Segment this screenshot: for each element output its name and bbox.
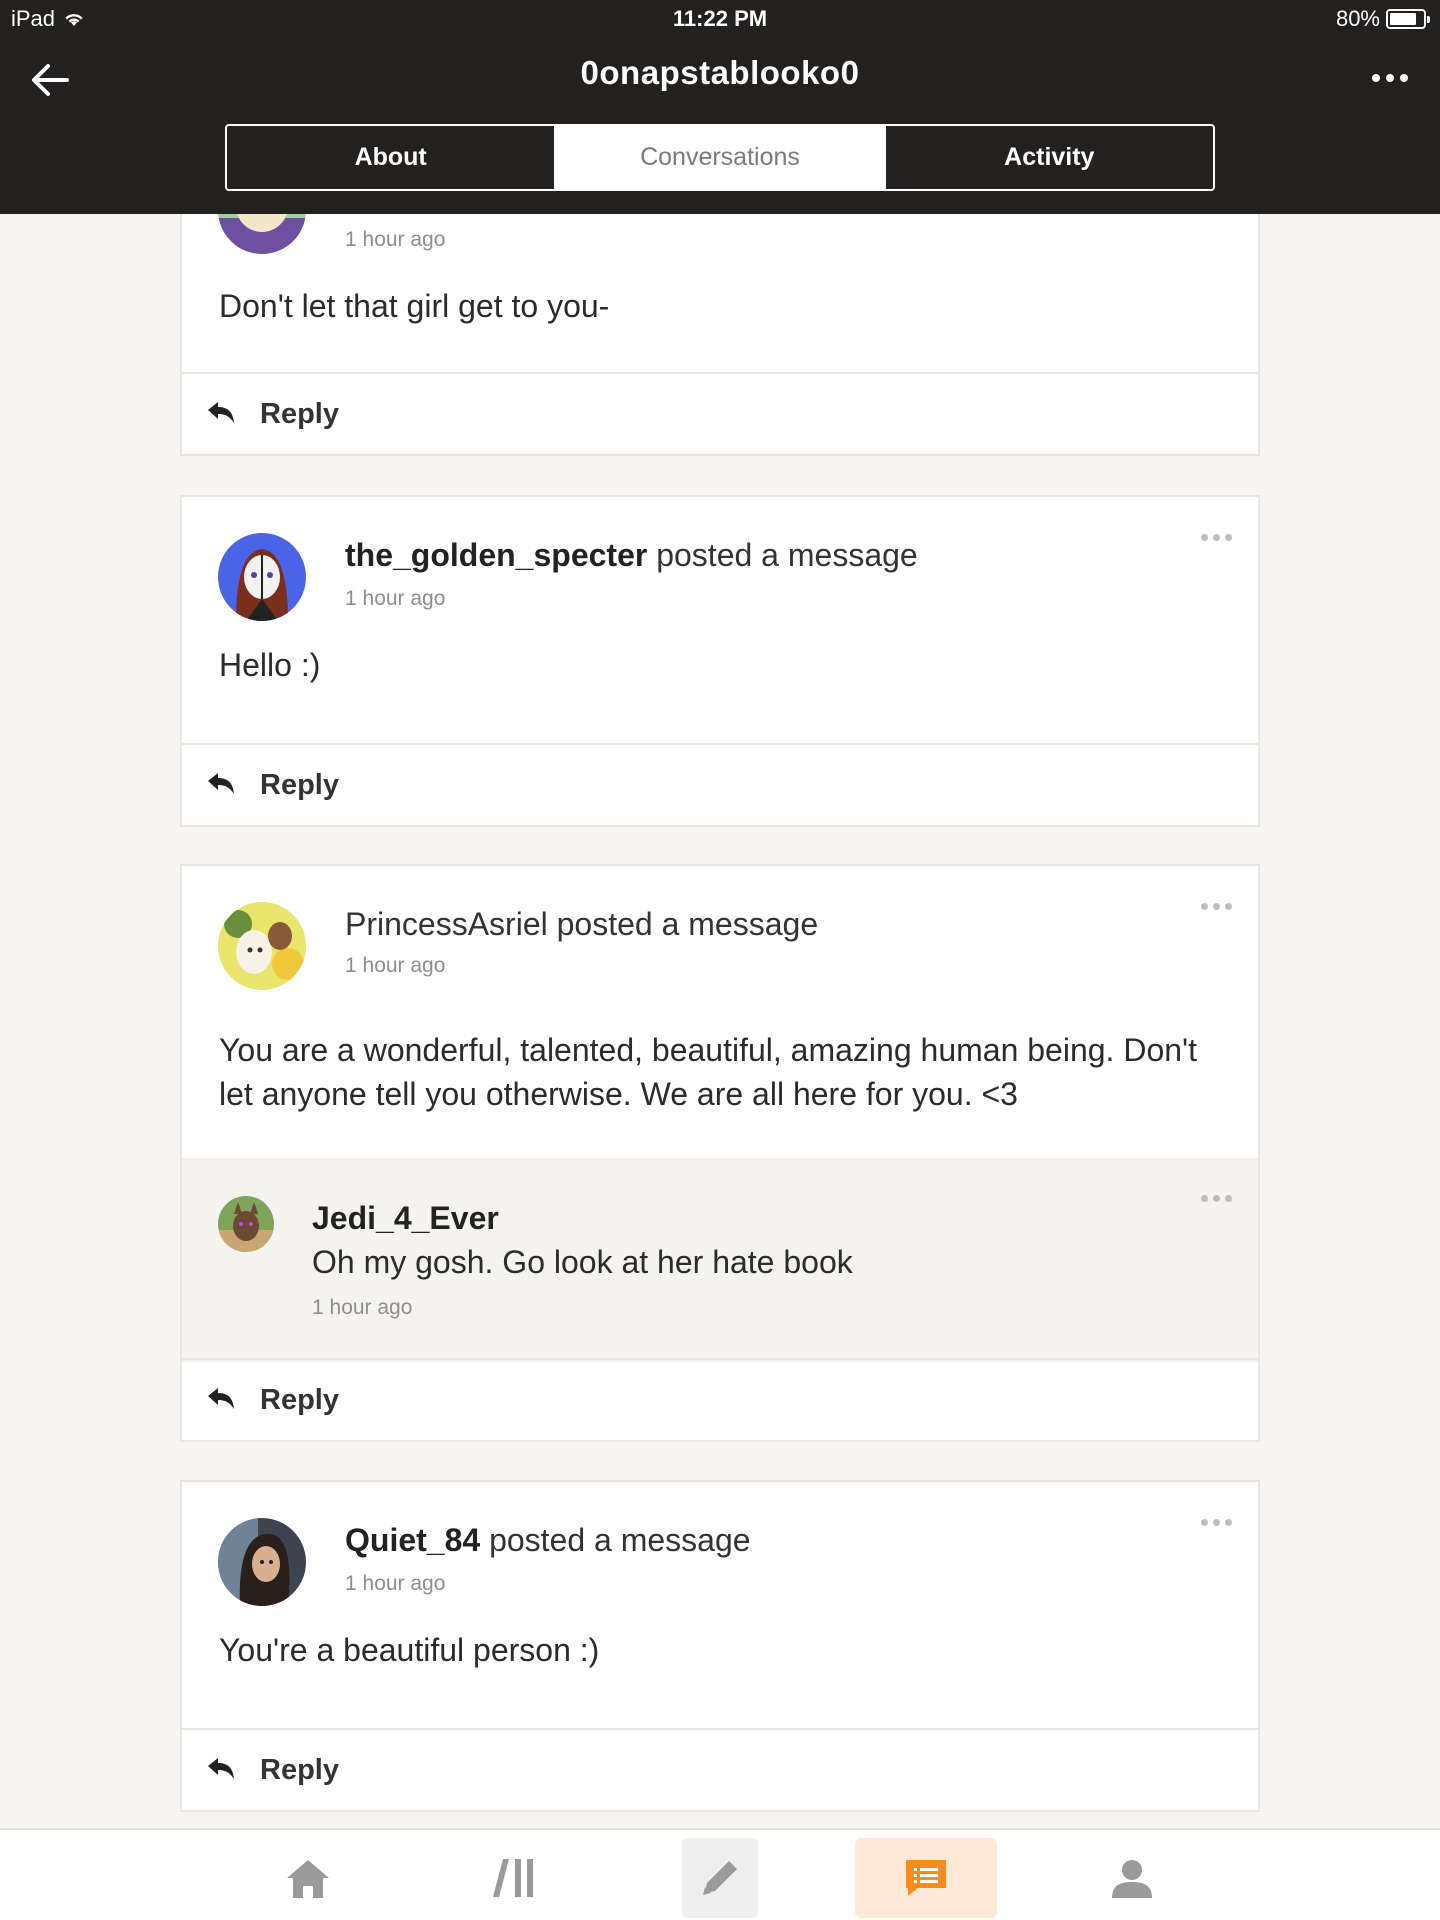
post-action: posted a message xyxy=(656,537,918,573)
author-link[interactable]: PrincessAsriel xyxy=(345,906,548,942)
reply-arrow-icon xyxy=(208,402,234,423)
reply-label: Reply xyxy=(260,397,339,430)
battery-icon xyxy=(1386,9,1430,29)
author-link[interactable]: Quiet_84 xyxy=(345,1522,480,1558)
comment-time: 1 hour ago xyxy=(312,1296,413,1319)
message-card: Quiet_84 posted a message 1 hour ago You… xyxy=(180,1480,1260,1812)
reply-button[interactable]: Reply xyxy=(182,1728,1258,1810)
nav-write[interactable] xyxy=(682,1838,758,1918)
nav-library[interactable] xyxy=(476,1838,552,1918)
profile-tabs: About Conversations Activity xyxy=(225,124,1215,191)
comment-author[interactable]: Jedi_4_Ever xyxy=(312,1200,499,1237)
reply-button[interactable]: Reply xyxy=(182,743,1258,825)
post-time: 1 hour ago xyxy=(345,587,446,610)
message-card: 1 hour ago Don't let that girl get to yo… xyxy=(180,214,1260,456)
app-header: iPad 11:22 PM 80% 0onapstablooko0 About … xyxy=(0,0,1440,214)
more-dots-icon xyxy=(1372,74,1408,82)
avatar[interactable] xyxy=(218,214,306,254)
avatar-image xyxy=(218,533,306,621)
post-action: posted a message xyxy=(556,906,819,942)
reply-label: Reply xyxy=(260,1383,339,1416)
post-time: 1 hour ago xyxy=(345,954,446,977)
tab-conversations[interactable]: Conversations xyxy=(554,126,884,189)
post-message: You're a beautiful person :) xyxy=(219,1632,600,1668)
avatar-image xyxy=(218,214,306,254)
author-link[interactable]: the_golden_specter xyxy=(345,537,647,573)
library-icon xyxy=(493,1859,533,1897)
home-icon xyxy=(287,1860,329,1898)
reply-label: Reply xyxy=(260,768,339,801)
post-time: 1 hour ago xyxy=(345,1572,446,1595)
reply-button[interactable]: Reply xyxy=(182,1358,1258,1440)
post-options-button[interactable] xyxy=(1194,896,1238,916)
avatar[interactable] xyxy=(218,902,306,990)
more-options-button[interactable] xyxy=(1362,56,1418,100)
reply-arrow-icon xyxy=(208,773,234,794)
comment-avatar[interactable] xyxy=(218,1196,274,1252)
comment-options-button[interactable] xyxy=(1194,1188,1238,1208)
tab-about[interactable]: About xyxy=(227,126,554,189)
nav-conversations[interactable] xyxy=(855,1838,997,1918)
reply-button[interactable]: Reply xyxy=(182,372,1258,454)
avatar-image xyxy=(218,1196,274,1252)
status-time: 11:22 PM xyxy=(672,6,768,31)
post-header: PrincessAsriel posted a message xyxy=(345,906,818,943)
post-time: 1 hour ago xyxy=(345,228,446,251)
message-card: the_golden_specter posted a message 1 ho… xyxy=(180,495,1260,827)
bottom-tab-bar xyxy=(0,1828,1440,1920)
post-message: You are a wonderful, talented, beautiful… xyxy=(219,1032,1198,1112)
avatar-image xyxy=(218,902,306,990)
nav-home[interactable] xyxy=(270,1838,346,1918)
comment: Jedi_4_Ever Oh my gosh. Go look at her h… xyxy=(182,1158,1258,1362)
post-header: the_golden_specter posted a message xyxy=(345,537,918,574)
page-title: 0onapstablooko0 xyxy=(580,54,860,91)
post-header: Quiet_84 posted a message xyxy=(345,1522,751,1559)
tab-activity[interactable]: Activity xyxy=(883,126,1213,189)
reply-arrow-icon xyxy=(208,1388,234,1409)
battery-percent: 80% xyxy=(1335,6,1380,31)
post-action: posted a message xyxy=(489,1522,751,1558)
comment-text: Oh my gosh. Go look at her hate book xyxy=(312,1244,853,1280)
avatar-image xyxy=(218,1518,306,1606)
post-options-button[interactable] xyxy=(1194,527,1238,547)
post-options-button[interactable] xyxy=(1194,1512,1238,1532)
avatar[interactable] xyxy=(218,533,306,621)
conversation-feed: 1 hour ago Don't let that girl get to yo… xyxy=(0,214,1440,1828)
post-message: Hello :) xyxy=(219,647,321,683)
profile-icon xyxy=(1112,1860,1152,1898)
conversation-icon xyxy=(906,1860,946,1896)
status-bar: iPad 11:22 PM 80% xyxy=(0,0,1440,38)
pencil-icon xyxy=(703,1861,737,1895)
message-card: PrincessAsriel posted a message 1 hour a… xyxy=(180,864,1260,1442)
reply-arrow-icon xyxy=(208,1758,234,1779)
nav-profile[interactable] xyxy=(1094,1838,1170,1918)
reply-label: Reply xyxy=(260,1753,339,1786)
avatar[interactable] xyxy=(218,1518,306,1606)
post-message: Don't let that girl get to you- xyxy=(219,288,610,324)
